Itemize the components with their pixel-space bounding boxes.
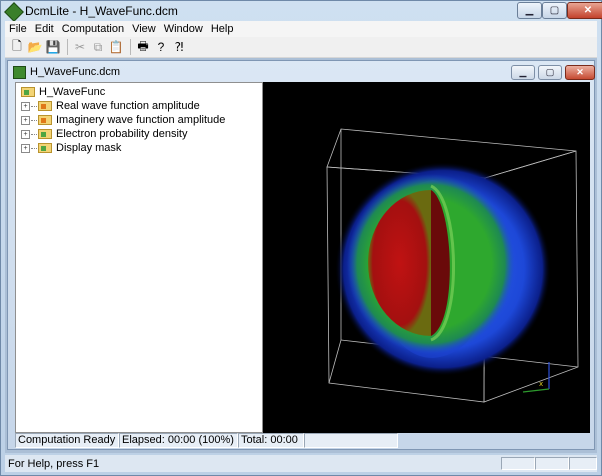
expand-icon[interactable]: + xyxy=(21,129,30,139)
toolbar-separator xyxy=(67,39,68,55)
app-icon xyxy=(4,2,24,22)
maximize-button[interactable]: ▢ xyxy=(542,2,567,19)
document-status-bar: Computation Ready Elapsed: 00:00 (100%) … xyxy=(15,433,589,448)
copy-button[interactable]: ⧉ xyxy=(90,39,106,55)
document-title-bar[interactable]: H_WaveFunc.dcm ▁ ▢ ✕ xyxy=(8,61,595,83)
status-pane-1 xyxy=(501,457,536,470)
menu-edit[interactable]: Edit xyxy=(31,21,58,37)
document-window: H_WaveFunc.dcm ▁ ▢ ✕ H_WaveFunc + Real wa… xyxy=(7,60,595,450)
save-icon: 💾 xyxy=(45,40,61,54)
status-pane-3 xyxy=(569,457,598,470)
menu-help[interactable]: Help xyxy=(207,21,238,37)
menu-window[interactable]: Window xyxy=(160,21,207,37)
toolbar-separator xyxy=(130,39,131,55)
new-button[interactable]: 🗋 xyxy=(9,39,25,55)
new-icon: 🗋 xyxy=(12,38,22,53)
minimize-button[interactable]: ▁ xyxy=(517,2,542,19)
maximize-icon: ▢ xyxy=(549,5,560,16)
minimize-icon: ▁ xyxy=(519,67,527,77)
tree-item[interactable]: + Display mask xyxy=(21,141,121,155)
tree-view[interactable]: H_WaveFunc + Real wave function amplitude… xyxy=(15,82,263,433)
status-state: Computation Ready xyxy=(15,433,119,448)
3d-viewport[interactable]: x xyxy=(263,82,590,433)
size-grip[interactable] xyxy=(398,433,589,448)
tree-connector xyxy=(31,119,37,121)
save-button[interactable]: 💾 xyxy=(45,39,61,55)
copy-icon: ⧉ xyxy=(93,39,103,54)
paste-button[interactable]: 📋 xyxy=(108,39,124,55)
print-icon: 🖶 xyxy=(137,38,149,53)
window-title: DcmLite - H_WaveFunc.dcm xyxy=(25,4,178,18)
menu-file[interactable]: File xyxy=(5,21,31,37)
help-text: For Help, press F1 xyxy=(8,457,100,470)
tree-root[interactable]: H_WaveFunc xyxy=(21,85,105,99)
folder-icon xyxy=(38,101,52,111)
document-title: H_WaveFunc.dcm xyxy=(30,66,121,78)
tree-item[interactable]: + Electron probability density xyxy=(21,127,187,141)
cut-button[interactable]: ✂ xyxy=(72,39,88,55)
wavefunction-render: x xyxy=(326,128,579,403)
menu-computation[interactable]: Computation xyxy=(58,21,128,37)
context-help-button[interactable]: ⁈ xyxy=(171,39,187,55)
status-pane-2 xyxy=(535,457,570,470)
about-button[interactable]: ? xyxy=(153,39,169,55)
title-bar[interactable]: DcmLite - H_WaveFunc.dcm ▁ ▢ ✕ xyxy=(1,1,602,22)
context-help-icon: ⁈ xyxy=(174,40,184,54)
open-button[interactable]: 📂 xyxy=(27,39,43,55)
close-icon: ✕ xyxy=(583,5,593,16)
close-icon: ✕ xyxy=(576,67,584,77)
minimize-icon: ▁ xyxy=(525,5,534,16)
tree-connector xyxy=(31,105,37,107)
menu-bar: File Edit Computation View Window Help xyxy=(5,21,597,37)
close-button[interactable]: ✕ xyxy=(567,2,602,19)
doc-minimize-button[interactable]: ▁ xyxy=(511,65,535,80)
status-elapsed: Elapsed: 00:00 (100%) xyxy=(119,433,238,448)
folder-icon xyxy=(38,129,52,139)
document-icon xyxy=(13,66,26,79)
axis-triad: x xyxy=(522,362,550,393)
expand-icon[interactable]: + xyxy=(21,115,30,125)
doc-close-button[interactable]: ✕ xyxy=(565,65,595,80)
tree-item-label: Imaginery wave function amplitude xyxy=(56,114,226,126)
expand-icon[interactable]: + xyxy=(21,101,30,111)
status-total: Total: 00:00 xyxy=(238,433,304,448)
tree-item-label: Display mask xyxy=(56,142,122,154)
folder-icon xyxy=(38,143,52,153)
print-button[interactable]: 🖶 xyxy=(135,39,151,55)
cut-icon: ✂ xyxy=(74,40,86,54)
about-icon: ? xyxy=(157,40,165,54)
tree-root-label: H_WaveFunc xyxy=(39,86,106,98)
open-icon: 📂 xyxy=(27,40,43,54)
svg-text:x: x xyxy=(539,380,543,388)
folder-icon xyxy=(38,115,52,125)
tree-item[interactable]: + Real wave function amplitude xyxy=(21,99,200,113)
expand-icon[interactable]: + xyxy=(21,143,30,153)
root-folder-icon xyxy=(21,87,35,97)
tree-connector xyxy=(31,133,37,135)
tree-connector xyxy=(31,147,37,149)
menu-view[interactable]: View xyxy=(128,21,160,37)
toolbar: 🗋 📂 💾 ✂ ⧉ 📋 🖶? ⁈ xyxy=(5,37,597,58)
app-status-bar: For Help, press F1 xyxy=(5,455,598,472)
status-extra xyxy=(304,433,398,448)
maximize-icon: ▢ xyxy=(545,67,555,77)
tree-item-label: Real wave function amplitude xyxy=(56,100,200,112)
tree-item[interactable]: + Imaginery wave function amplitude xyxy=(21,113,225,127)
tree-item-label: Electron probability density xyxy=(56,128,188,140)
paste-icon: 📋 xyxy=(108,40,124,54)
doc-maximize-button[interactable]: ▢ xyxy=(538,65,562,80)
